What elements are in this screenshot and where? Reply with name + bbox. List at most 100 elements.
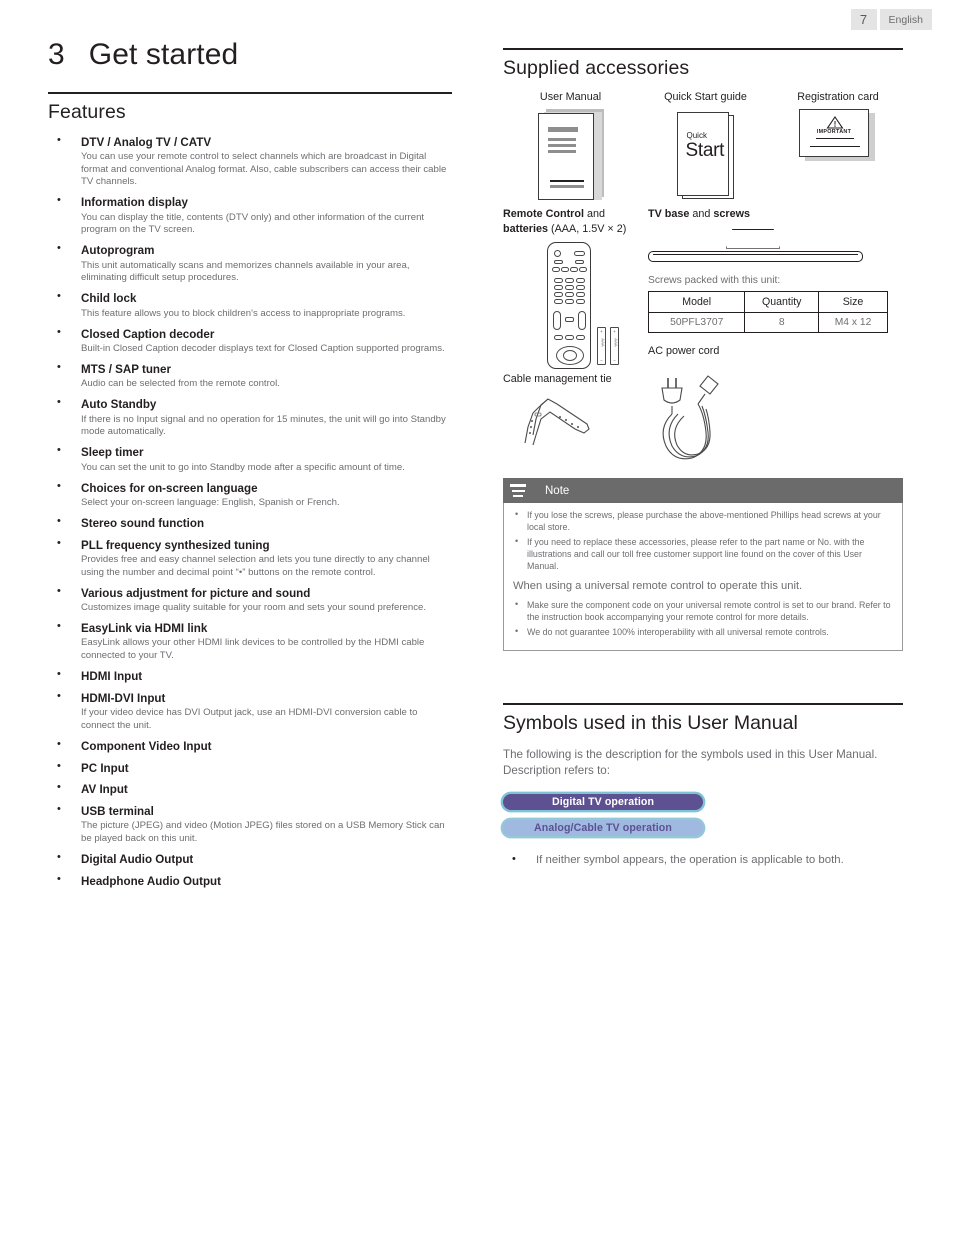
accessory-registration-card: Registration card IMPORTANT	[773, 91, 903, 201]
warning-triangle-icon	[826, 116, 844, 129]
feature-title: Choices for on-screen language	[81, 481, 258, 495]
table-header-cell: Quantity	[744, 290, 820, 313]
ac-power-cord-caption: AC power cord	[648, 344, 720, 357]
cable-management-tie-icon	[503, 393, 599, 453]
remote-control-caption: Remote Control and batteries (AAA, 1.5V …	[503, 208, 627, 235]
screws-table: Model Quantity Size 50PFL3707 8 M4 x 12	[647, 290, 888, 333]
feature-item: Auto StandbyIf there is no Input signal …	[48, 396, 452, 438]
note-body: If you lose the screws, please purchase …	[503, 503, 903, 652]
quick-start-small-text: Quick	[686, 131, 707, 140]
accessory-tv-base: TV base and screws Screws packed with th…	[647, 207, 898, 374]
feature-title: Closed Caption decoder	[81, 327, 215, 341]
feature-title: Component Video Input	[81, 739, 212, 753]
feature-title: Information display	[81, 196, 188, 210]
feature-item: PLL frequency synthesized tuning Provides…	[48, 537, 452, 579]
accessories-hardware-row: Remote Control and batteries (AAA, 1.5V …	[503, 207, 903, 374]
accessory-cable-tie: Cable management tie	[503, 372, 648, 464]
table-header-row: Model Quantity Size	[647, 290, 888, 313]
feature-item: Headphone Audio Output	[48, 873, 452, 889]
accessories-heading: Supplied accessories	[503, 57, 690, 79]
feature-item: AutoprogramThis unit automatically scans…	[48, 242, 452, 284]
feature-item: USB terminalThe picture (JPEG) and video…	[48, 803, 452, 845]
symbols-footnote: If neither symbol appears, the operation…	[503, 853, 903, 866]
note-list-primary: If you lose the screws, please purchase …	[513, 508, 892, 572]
symbols-heading: Symbols used in this User Manual	[503, 712, 798, 735]
feature-item: Choices for on-screen languageSelect you…	[48, 480, 452, 510]
feature-title: USB terminal	[81, 805, 154, 819]
feature-description: Audio can be selected from the remote co…	[81, 378, 280, 390]
feature-item: Child lockThis feature allows you to blo…	[48, 290, 452, 320]
feature-item: Stereo sound function	[48, 515, 452, 531]
note-list-icon	[503, 478, 533, 504]
language-label: English	[879, 9, 932, 30]
features-heading: Features	[48, 101, 126, 123]
user-manual-icon	[537, 109, 604, 201]
table-row: 50PFL3707 8 M4 x 12	[647, 311, 888, 333]
feature-item: Component Video Input	[48, 738, 452, 754]
cable-tie-caption: Cable management tie	[503, 373, 612, 386]
note-subheading: When using a universal remote control to…	[513, 580, 803, 593]
chapter-name: Get started	[88, 38, 239, 71]
feature-item: HDMI Input	[48, 668, 452, 684]
quick-start-caption: Quick Start guide	[664, 91, 747, 103]
accessories-cable-row: Cable management tie	[503, 372, 903, 464]
registration-card-caption: Registration card	[797, 91, 879, 103]
accessory-quick-start: Quick Start guide Quick Start	[638, 91, 773, 201]
features-list: DTV / Analog TV / CATV You can use your r…	[48, 134, 452, 889]
table-cell: 8	[744, 311, 820, 333]
remote-control-icon: + AAA − + AAA −	[537, 242, 633, 374]
battery-icon: + AAA −	[597, 327, 606, 366]
feature-description: Customizes image quality suitable for yo…	[81, 602, 427, 614]
feature-description: You can display the title, contents (DTV…	[81, 211, 425, 236]
table-header-cell: Size	[818, 290, 888, 313]
note-header: Note	[503, 478, 903, 504]
feature-description: The picture (JPEG) and video (Motion JPE…	[81, 820, 445, 845]
table-cell: M4 x 12	[818, 311, 888, 333]
table-cell: 50PFL3707	[647, 311, 746, 333]
feature-description: This feature allows you to block childre…	[81, 307, 406, 319]
note-title: Note	[533, 478, 903, 504]
feature-title: HDMI-DVI Input	[81, 691, 166, 705]
feature-description: If your video device has DVI Output jack…	[81, 707, 418, 731]
screws-lead-text: Screws packed with this unit:	[648, 274, 781, 286]
accessory-ac-cord	[648, 372, 898, 464]
feature-item: AV Input	[48, 781, 452, 797]
accessory-user-manual: User Manual	[503, 91, 638, 201]
registration-card-icon: IMPORTANT	[799, 109, 877, 167]
feature-item: Information displayYou can display the t…	[48, 194, 452, 236]
chapter-title: 3 Get started	[48, 38, 238, 72]
feature-title: Sleep timer	[81, 446, 144, 460]
note-item: If you lose the screws, please purchase …	[513, 508, 892, 533]
quick-start-guide-icon: Quick Start	[673, 109, 739, 201]
feature-description: You can set the unit to go into Standby …	[81, 461, 405, 473]
feature-title: Auto Standby	[81, 398, 157, 412]
table-header-cell: Model	[647, 290, 746, 313]
document-page: 7 English 3 Get started Features DTV / A…	[0, 0, 954, 1235]
quick-start-big-text: Start	[685, 140, 725, 161]
feature-item: Digital Audio Output	[48, 851, 452, 867]
feature-title: MTS / SAP tuner	[81, 363, 171, 377]
note-box: Note If you lose the screws, please purc…	[503, 478, 903, 652]
feature-item: MTS / SAP tunerAudio can be selected fro…	[48, 361, 452, 391]
section-rule	[48, 92, 452, 94]
feature-title: Autoprogram	[81, 244, 155, 258]
feature-item: Various adjustment for picture and sound…	[48, 585, 452, 615]
feature-title: Digital Audio Output	[81, 853, 194, 867]
ac-power-cord-icon	[648, 372, 738, 464]
accessories-documents-row: User Manual Quick Start guide Quick Star…	[503, 91, 903, 201]
chapter-number: 3	[48, 38, 65, 71]
feature-item: HDMI-DVI Input If your video device has D…	[48, 690, 452, 732]
symbols-lead-text: The following is the description for the…	[503, 748, 878, 778]
tv-base-caption: TV base and screws	[648, 208, 751, 220]
feature-title: Headphone Audio Output	[81, 874, 221, 888]
feature-description: Select your on-screen language: English,…	[81, 496, 340, 508]
feature-title: DTV / Analog TV / CATV	[81, 136, 212, 149]
feature-title: Child lock	[81, 292, 137, 306]
badge-analog-cable-tv: Analog/Cable TV operation	[503, 819, 703, 836]
note-item: Make sure the component code on your uni…	[513, 598, 892, 623]
symbols-rule	[503, 703, 903, 706]
feature-description: Built-in Closed Caption decoder displays…	[81, 342, 445, 354]
feature-description: If there is no Input signal and no opera…	[81, 413, 446, 438]
page-header: 7 English	[850, 9, 932, 30]
page-number: 7	[850, 9, 877, 30]
